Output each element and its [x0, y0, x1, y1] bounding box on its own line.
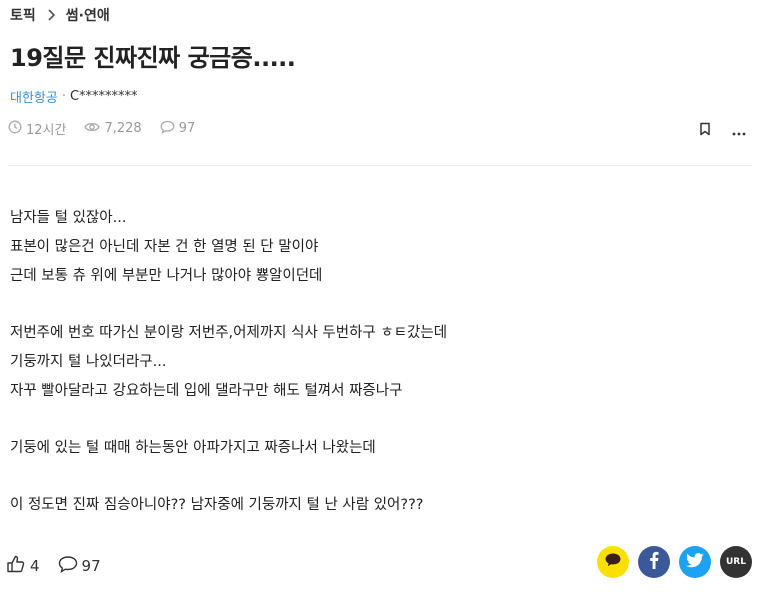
reaction-bar: 4 97: [6, 554, 119, 578]
author-nickname: C*********: [69, 89, 138, 104]
like-button[interactable]: 4: [6, 554, 40, 578]
share-buttons: URL: [588, 546, 752, 578]
twitter-share-button[interactable]: [679, 546, 711, 578]
author-company[interactable]: 대한항공: [10, 87, 58, 106]
like-count: 4: [30, 557, 40, 575]
post-views-text: 7,228: [104, 121, 142, 136]
content-line: 남자들 털 있잖아...: [10, 210, 127, 226]
eye-icon: [84, 120, 104, 138]
breadcrumb: 토픽 썸·연애: [10, 5, 110, 25]
bookmark-icon: [699, 121, 711, 140]
content-line: 저번주에 번호 따가신 분이랑 저번주,어제까지 식사 두번하구 ㅎㅌ갔는데: [10, 325, 448, 341]
more-button[interactable]: [728, 120, 750, 140]
bookmark-button[interactable]: [694, 120, 716, 140]
content-line: 이 정도면 진짜 짐승아니야?? 남자중에 기둥까지 털 난 사람 있어???: [10, 497, 424, 513]
post-views: 7,228: [84, 120, 142, 138]
url-share-button[interactable]: URL: [720, 546, 752, 578]
breadcrumb-category-link[interactable]: 썸·연애: [66, 5, 110, 25]
content-line: 표본이 많은건 아닌데 자본 건 한 열명 된 단 말이야: [10, 239, 319, 255]
comment-icon: [160, 120, 179, 138]
post-content: 남자들 털 있잖아... 표본이 많은건 아닌데 자본 건 한 열명 된 단 말…: [10, 204, 447, 520]
more-icon: [732, 121, 746, 140]
post-comments: 97: [160, 120, 196, 138]
like-icon: [6, 554, 30, 578]
chevron-right-icon: [46, 9, 56, 21]
author-info: 대한항공 · C*********: [10, 87, 138, 106]
comment-button[interactable]: 97: [58, 555, 101, 577]
content-line: 근데 보통 츄 위에 부분만 나거나 많아야 뿅알이던데: [10, 268, 323, 284]
author-separator: ·: [61, 89, 66, 104]
facebook-icon: [649, 551, 659, 573]
kakao-icon: [604, 552, 622, 572]
content-line: 자꾸 빨아달라고 강요하는데 입에 댈라구만 해도 털껴서 짜증나구: [10, 383, 403, 399]
clock-icon: [8, 120, 26, 138]
kakao-share-button[interactable]: [597, 546, 629, 578]
post-meta: 12시간 7,228 97: [8, 119, 213, 138]
comment-count: 97: [81, 557, 101, 575]
post-actions: [682, 120, 750, 140]
comment-icon: [58, 555, 82, 577]
post-comments-text: 97: [178, 121, 196, 136]
twitter-icon: [686, 552, 704, 572]
url-share-label: URL: [726, 557, 746, 567]
post-time: 12시간: [8, 119, 66, 138]
post-title: 19질문 진짜진짜 궁금증.....: [10, 44, 296, 72]
breadcrumb-topic-link[interactable]: 토픽: [10, 5, 36, 25]
facebook-share-button[interactable]: [638, 546, 670, 578]
header-divider: [8, 165, 752, 166]
content-line: 기둥까지 털 나있더라구...: [10, 354, 167, 370]
content-line: 기둥에 있는 털 때매 하는동안 아파가지고 짜증나서 나왔는데: [10, 440, 376, 456]
post-time-text: 12시간: [26, 123, 67, 138]
